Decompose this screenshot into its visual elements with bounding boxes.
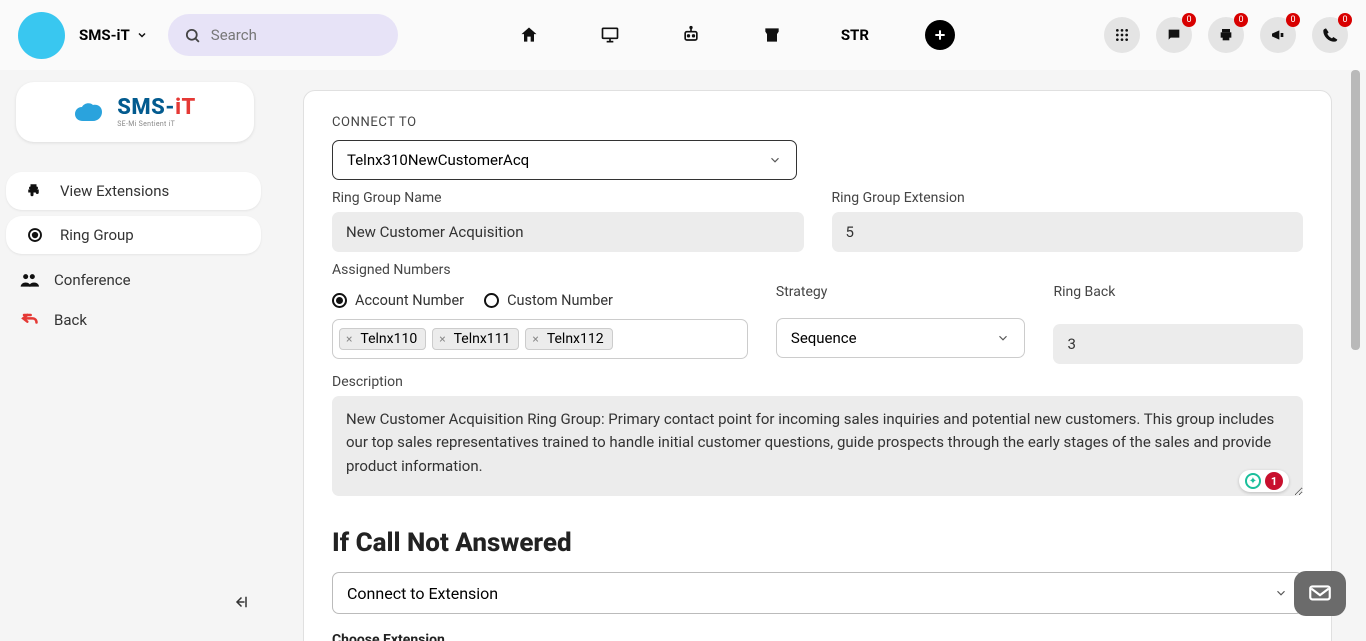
ring-group-form: CONNECT TO Telnx310NewCustomerAcq Ring G… [303, 90, 1332, 641]
radio-custom-number[interactable]: Custom Number [484, 292, 613, 309]
logo: SMS-iT SE-Mi Sentient iT [16, 82, 254, 142]
sidebar-item-label: Back [54, 311, 87, 329]
add-button[interactable] [925, 20, 955, 50]
sidebar: SMS-iT SE-Mi Sentient iT View Extensions… [0, 70, 269, 641]
grammar-count-badge: 1 [1265, 472, 1283, 490]
grammar-suggest-icon: ✦ [1245, 473, 1261, 489]
radio-label: Custom Number [507, 292, 613, 309]
monitor-icon[interactable] [598, 23, 623, 48]
ring-back-label: Ring Back [1053, 284, 1303, 300]
print-badge: 0 [1234, 13, 1248, 27]
description-label: Description [332, 374, 1303, 390]
ring-group-name-label: Ring Group Name [332, 190, 804, 206]
target-icon [24, 226, 46, 244]
chevron-down-icon [1274, 586, 1288, 600]
brand-label: SMS-iT [79, 26, 130, 44]
app-header: SMS-iT STR 0 [0, 0, 1366, 70]
bot-icon[interactable] [679, 23, 704, 48]
brand-dropdown[interactable]: SMS-iT [79, 26, 148, 44]
remove-tag-icon[interactable]: × [437, 332, 447, 346]
cloud-icon [73, 101, 109, 123]
back-icon [18, 310, 40, 330]
number-tag: × Telnx112 [525, 328, 612, 350]
logo-text-main: SMS- [117, 95, 175, 120]
sidebar-item-ring-group[interactable]: Ring Group [6, 216, 261, 254]
sidebar-item-view-extensions[interactable]: View Extensions [6, 172, 261, 210]
remove-tag-icon[interactable]: × [344, 332, 354, 346]
sidebar-item-label: Ring Group [60, 226, 134, 244]
connect-to-select[interactable]: Telnx310NewCustomerAcq [332, 140, 797, 180]
choose-extension-label: Choose Extension [332, 632, 1303, 641]
announce-badge: 0 [1286, 13, 1300, 27]
radio-icon [484, 293, 499, 308]
if-not-answered-select[interactable]: Connect to Extension [332, 572, 1303, 614]
people-icon [18, 270, 40, 290]
search-icon [184, 27, 201, 44]
ring-group-name-input[interactable] [332, 212, 804, 252]
chat-icon[interactable]: 0 [1156, 17, 1192, 53]
help-chat-button[interactable] [1294, 571, 1346, 616]
logo-text-it: iT [175, 95, 196, 120]
chat-badge: 0 [1182, 13, 1196, 27]
number-tag: × Telnx111 [432, 328, 519, 350]
chevron-down-icon [996, 331, 1010, 345]
home-icon[interactable] [517, 23, 542, 48]
tag-label: Telnx111 [454, 331, 511, 347]
logo-subtitle: SE-Mi Sentient iT [117, 121, 196, 128]
assigned-numbers-input[interactable]: × Telnx110 × Telnx111 × Telnx112 [332, 319, 748, 359]
grammar-widget[interactable]: ✦ 1 [1239, 470, 1289, 492]
megaphone-icon[interactable]: 0 [1260, 17, 1296, 53]
puzzle-icon [24, 182, 46, 200]
header-right: 0 0 0 0 [1104, 17, 1348, 53]
chevron-down-icon [768, 153, 782, 167]
store-icon[interactable] [760, 23, 785, 48]
search-input[interactable] [211, 26, 410, 44]
collapse-sidebar-icon[interactable] [231, 593, 249, 611]
scrollbar[interactable] [1349, 70, 1362, 641]
strategy-label: Strategy [776, 284, 1026, 300]
search-input-wrap[interactable] [168, 14, 398, 56]
apps-icon[interactable] [1104, 17, 1140, 53]
strategy-value: Sequence [791, 329, 857, 347]
ring-back-input[interactable] [1053, 324, 1303, 364]
str-label[interactable]: STR [841, 26, 869, 44]
radio-icon [332, 293, 347, 308]
assigned-numbers-radio-group: Account Number Custom Number [332, 292, 748, 309]
main-content: CONNECT TO Telnx310NewCustomerAcq Ring G… [269, 70, 1366, 641]
tag-label: Telnx110 [360, 331, 417, 347]
ring-group-ext-label: Ring Group Extension [832, 190, 1304, 206]
ring-group-ext-input[interactable] [832, 212, 1304, 252]
print-icon[interactable]: 0 [1208, 17, 1244, 53]
chevron-down-icon [136, 29, 148, 41]
header-center: STR [412, 20, 1060, 50]
sidebar-item-label: View Extensions [60, 182, 169, 200]
phone-badge: 0 [1338, 13, 1352, 27]
sidebar-item-conference[interactable]: Conference [0, 260, 269, 300]
avatar[interactable] [18, 12, 65, 59]
assigned-numbers-label: Assigned Numbers [332, 262, 1303, 278]
strategy-select[interactable]: Sequence [776, 318, 1026, 358]
sidebar-item-back[interactable]: Back [0, 300, 269, 340]
connect-to-label: CONNECT TO [332, 115, 1303, 130]
if-not-answered-value: Connect to Extension [347, 584, 498, 603]
connect-to-value: Telnx310NewCustomerAcq [347, 151, 529, 169]
description-input[interactable] [332, 396, 1303, 496]
remove-tag-icon[interactable]: × [530, 332, 540, 346]
sidebar-nav: View Extensions Ring Group Conference Ba… [0, 172, 269, 340]
radio-label: Account Number [355, 292, 464, 309]
number-tag: × Telnx110 [339, 328, 426, 350]
tag-label: Telnx112 [547, 331, 604, 347]
scrollbar-thumb[interactable] [1351, 70, 1360, 350]
radio-account-number[interactable]: Account Number [332, 292, 464, 309]
phone-icon[interactable]: 0 [1312, 17, 1348, 53]
if-not-answered-title: If Call Not Answered [332, 528, 1303, 558]
sidebar-item-label: Conference [54, 271, 131, 289]
